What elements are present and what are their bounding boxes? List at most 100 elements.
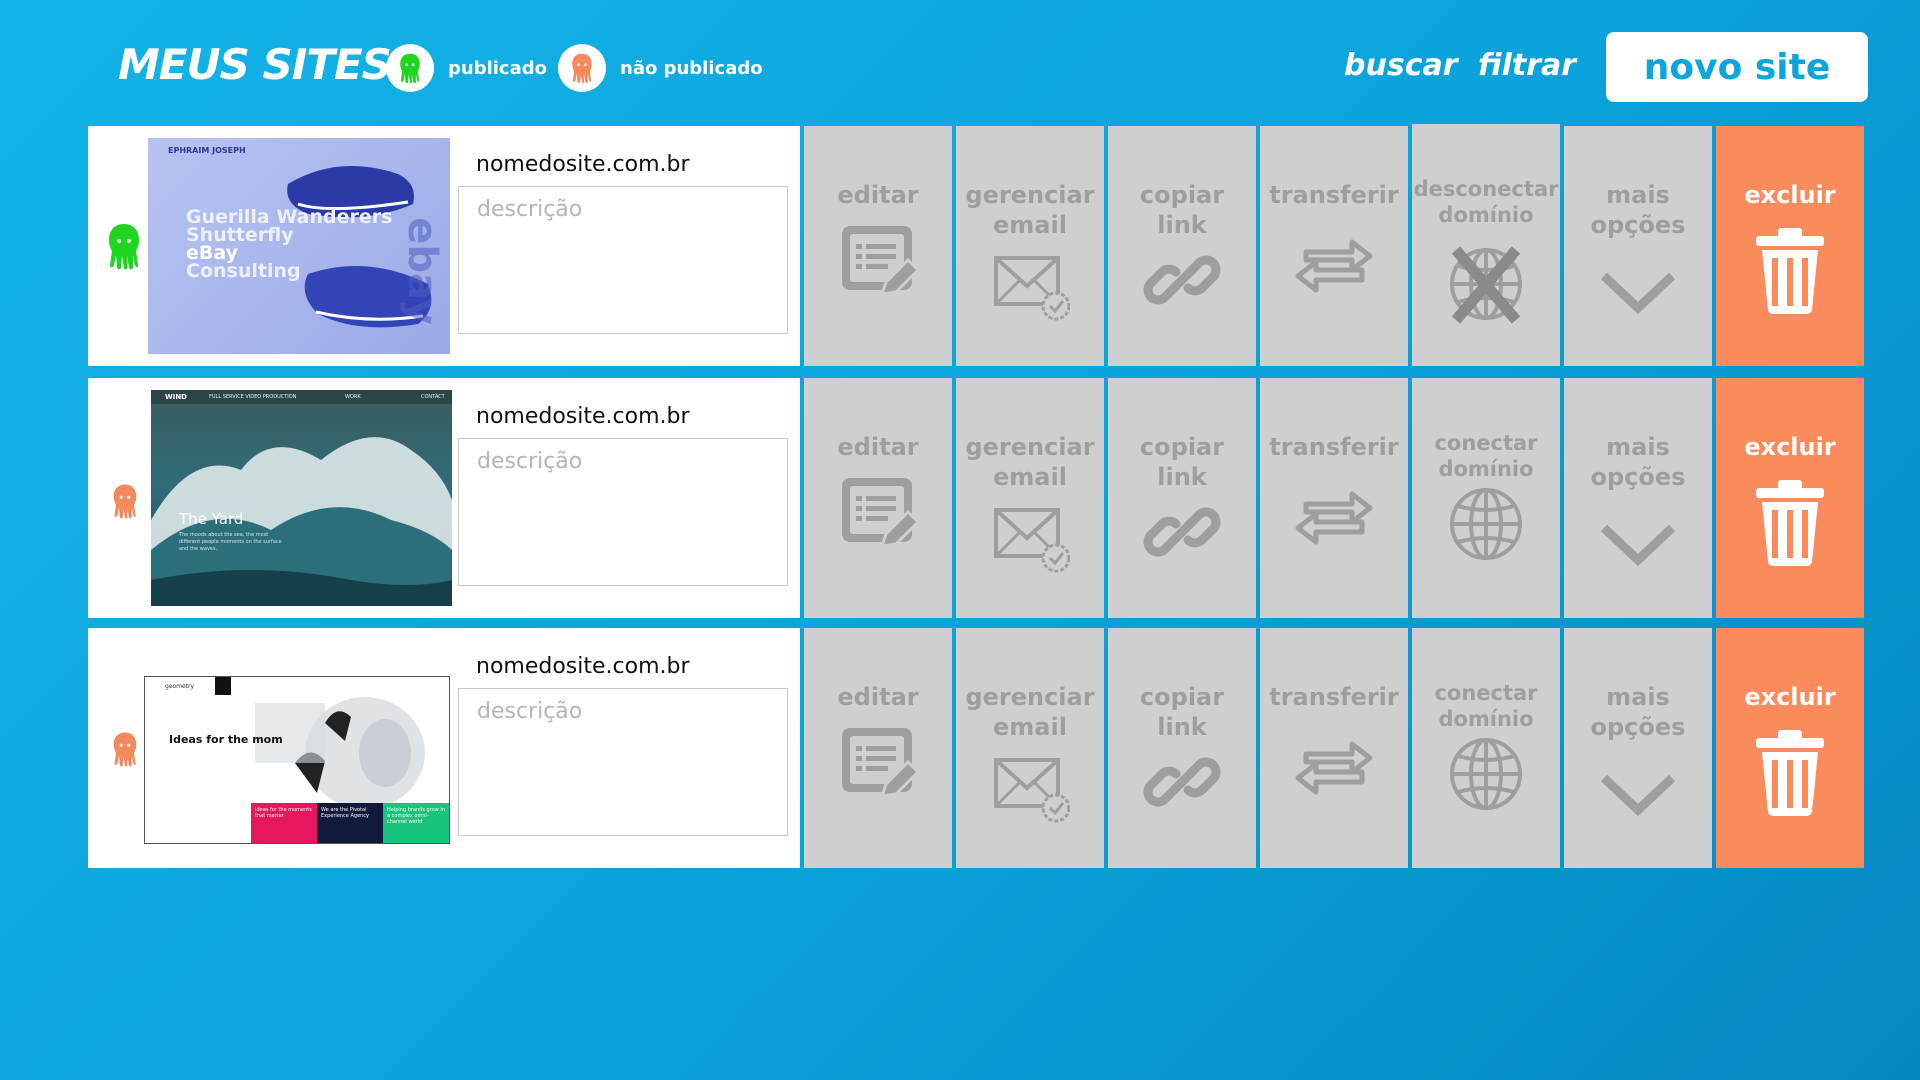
thumb-menu xyxy=(215,677,231,695)
more-options-button[interactable]: mais opções xyxy=(1564,378,1712,618)
thumb-text: geometry xyxy=(165,683,195,690)
connect-domain-button[interactable]: conectar domínio xyxy=(1412,378,1560,618)
label-line: copiar xyxy=(1139,683,1225,711)
link-icon xyxy=(1142,742,1222,822)
site-info-panel: WIND FULL SERVICE VIDEO PRODUCTION WORK … xyxy=(88,378,800,618)
description-field[interactable]: descrição xyxy=(458,438,788,586)
more-options-label: mais opções xyxy=(1591,682,1686,742)
manage-email-label: gerenciar email xyxy=(965,180,1094,240)
label-line: gerenciar xyxy=(965,181,1095,209)
thumb-text: CONTACT xyxy=(421,394,445,400)
connect-domain-label: conectar domínio xyxy=(1434,680,1537,740)
site-info-panel: geometry Ideas for the mom Ideas for the… xyxy=(88,628,800,868)
delete-button[interactable]: excluir xyxy=(1716,126,1864,366)
label-line: domínio xyxy=(1438,707,1534,731)
globe-icon xyxy=(1446,734,1526,814)
copy-link-button[interactable]: copiar link xyxy=(1108,378,1256,618)
delete-button[interactable]: excluir xyxy=(1716,628,1864,868)
copy-link-button[interactable]: copiar link xyxy=(1108,126,1256,366)
label-line: link xyxy=(1157,211,1207,239)
wave-image xyxy=(151,437,452,606)
manage-email-button[interactable]: gerenciar email xyxy=(956,628,1104,868)
delete-button[interactable]: excluir xyxy=(1716,378,1864,618)
label-line: link xyxy=(1157,463,1207,491)
site-thumbnail[interactable]: EPHRAIM JOSEPH Guerilla Wanderers Shutte… xyxy=(148,138,450,354)
label-line: link xyxy=(1157,713,1207,741)
manage-email-button[interactable]: gerenciar email xyxy=(956,126,1104,366)
site-actions: editar gerenciar email copiar link transfe… xyxy=(804,628,1864,868)
connect-domain-button[interactable]: conectar domínio xyxy=(1412,628,1560,868)
legend-published: publicado xyxy=(386,44,547,92)
more-options-button[interactable]: mais opções xyxy=(1564,126,1712,366)
thumb-watermark: ebay xyxy=(398,217,445,325)
label-line: gerenciar xyxy=(965,433,1095,461)
globe-disconnect-icon xyxy=(1446,246,1526,324)
site-info-panel: EPHRAIM JOSEPH Guerilla Wanderers Shutte… xyxy=(88,126,800,366)
label-line: conectar xyxy=(1434,431,1538,455)
octopus-green-icon xyxy=(386,44,434,92)
edit-icon xyxy=(838,724,918,804)
edit-button[interactable]: editar xyxy=(804,628,952,868)
edit-icon xyxy=(838,474,918,554)
copy-link-label: copiar link xyxy=(1140,432,1224,492)
label-line: opções xyxy=(1590,211,1686,239)
transfer-icon xyxy=(1294,474,1374,554)
link-icon xyxy=(1142,492,1222,572)
transfer-icon xyxy=(1294,222,1374,302)
site-domain: nomedosite.com.br xyxy=(476,152,690,177)
new-site-button[interactable]: novo site xyxy=(1606,32,1868,102)
transfer-button[interactable]: transferir xyxy=(1260,628,1408,868)
transfer-button[interactable]: transferir xyxy=(1260,378,1408,618)
manage-email-button[interactable]: gerenciar email xyxy=(956,378,1104,618)
label-line: email xyxy=(993,463,1067,491)
label-line: mais xyxy=(1606,433,1670,461)
page-title: MEUS SITES xyxy=(118,40,392,89)
trash-icon xyxy=(1750,728,1830,818)
thumb-card: We are the Pivotal Experience Agency xyxy=(317,803,383,843)
label-line: domínio xyxy=(1438,457,1534,481)
label-line: desconectar xyxy=(1413,177,1559,201)
more-options-button[interactable]: mais opções xyxy=(1564,628,1712,868)
site-actions: editar gerenciar email copiar link transfe… xyxy=(804,124,1864,366)
label-line: copiar xyxy=(1139,181,1225,209)
edit-button[interactable]: editar xyxy=(804,378,952,618)
filter-link[interactable]: filtrar xyxy=(1478,48,1576,83)
edit-button[interactable]: editar xyxy=(804,126,952,366)
transfer-button[interactable]: transferir xyxy=(1260,126,1408,366)
chevron-down-icon xyxy=(1598,250,1678,330)
site-domain: nomedosite.com.br xyxy=(476,654,690,679)
thumb-card: Helping brands grow in a complex omni-ch… xyxy=(383,803,449,843)
search-link[interactable]: buscar xyxy=(1344,48,1458,83)
label-line: mais xyxy=(1606,181,1670,209)
site-thumbnail[interactable]: geometry Ideas for the mom Ideas for the… xyxy=(144,676,450,844)
more-options-label: mais opções xyxy=(1591,432,1686,492)
site-actions: editar gerenciar email copiar link transfe… xyxy=(804,378,1864,618)
legend-unpublished-label: não publicado xyxy=(620,57,763,79)
trash-icon xyxy=(1750,478,1830,568)
site-thumbnail[interactable]: WIND FULL SERVICE VIDEO PRODUCTION WORK … xyxy=(151,390,452,606)
chevron-down-icon xyxy=(1598,502,1678,582)
thumb-text: WIND xyxy=(165,393,187,401)
disconnect-domain-label: desconectar domínio xyxy=(1414,176,1559,236)
thumb-line: Consulting xyxy=(186,260,301,282)
manage-email-label: gerenciar email xyxy=(965,432,1094,492)
octopus-orange-icon xyxy=(558,44,606,92)
label-line: domínio xyxy=(1438,203,1534,227)
label-line: email xyxy=(993,211,1067,239)
thumb-headline: Guerilla Wanderers Shutterfly eBay Consu… xyxy=(186,208,392,282)
site-domain: nomedosite.com.br xyxy=(476,404,690,429)
thumb-headline: Ideas for the mom xyxy=(169,733,283,746)
label-line: mais xyxy=(1606,683,1670,711)
copy-link-button[interactable]: copiar link xyxy=(1108,628,1256,868)
thumb-text: EPHRAIM JOSEPH xyxy=(168,146,246,155)
label-line: gerenciar xyxy=(965,683,1095,711)
thumb-text: WORK xyxy=(345,394,361,400)
connect-domain-label: conectar domínio xyxy=(1434,430,1537,490)
description-field[interactable]: descrição xyxy=(458,186,788,334)
disconnect-domain-button[interactable]: desconectar domínio xyxy=(1412,124,1560,366)
email-icon xyxy=(990,744,1070,824)
transfer-icon xyxy=(1294,724,1374,804)
label-line: copiar xyxy=(1139,433,1225,461)
thumb-navbar xyxy=(151,390,452,404)
description-field[interactable]: descrição xyxy=(458,688,788,836)
